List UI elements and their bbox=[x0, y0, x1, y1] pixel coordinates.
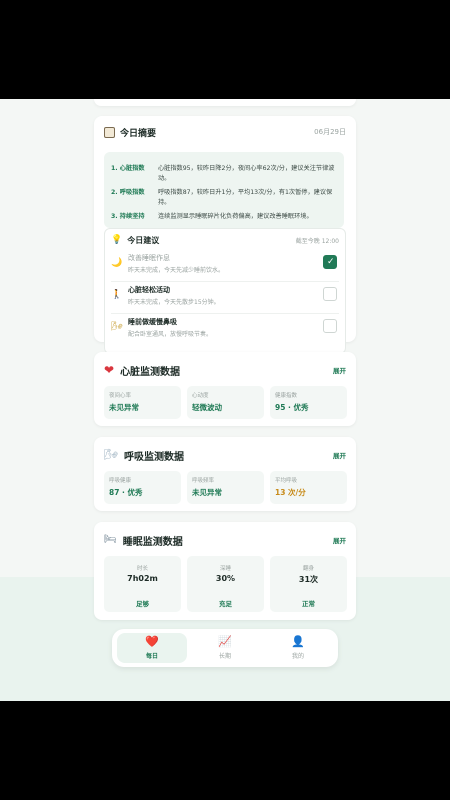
lightbulb-icon: 💡 bbox=[111, 235, 123, 245]
summary-card: 今日摘要 06月29日 1. 心脏指数 心脏指数95，较昨日降2分，夜间心率62… bbox=[94, 116, 356, 354]
bed-icon: 🛏 bbox=[104, 534, 117, 545]
bottom-tab-bar: ❤️ 每日 📈 长期 👤 我的 bbox=[112, 629, 338, 667]
sleep-title: 睡眠监测数据 bbox=[122, 536, 183, 548]
breath-stat: 呼吸健康 87 · 优秀 bbox=[104, 471, 181, 504]
tab-profile[interactable]: 👤 我的 bbox=[263, 633, 333, 663]
advice-deadline: 截至今晚 12:00 bbox=[295, 237, 339, 245]
sleep-stat: 翻身 31次 正常 bbox=[270, 556, 347, 612]
breath-stat: 呼吸频率 未见异常 bbox=[187, 471, 264, 504]
heart-stat: 心动度 轻微波动 bbox=[187, 386, 264, 419]
breath-monitor-card: 🌬 呼吸监测数据 展开 呼吸健康 87 · 优秀 呼吸频率 未见异常 平均呼吸 … bbox=[94, 437, 356, 511]
advice-header: 💡 今日建议 截至今晚 12:00 bbox=[111, 233, 339, 247]
summary-item: 1. 心脏指数 心脏指数95，较昨日降2分，夜间心率62次/分，建议关注节律波动… bbox=[111, 165, 335, 182]
heart-monitor-card: ❤ 心脏监测数据 展开 夜间心率 未见异常 心动度 轻微波动 健康指数 95 ·… bbox=[94, 352, 356, 426]
summary-header: 今日摘要 06月29日 bbox=[104, 124, 346, 140]
summary-item: 3. 持续坚持 连续监测显示睡眠碎片化负荷偏高，建议改善睡眠环境。 bbox=[111, 213, 313, 220]
chart-icon: 📈 bbox=[218, 635, 232, 648]
breath-header: 🌬 呼吸监测数据 展开 bbox=[104, 447, 346, 463]
heart-header: ❤ 心脏监测数据 展开 bbox=[104, 362, 346, 378]
heart-stat: 健康指数 95 · 优秀 bbox=[270, 386, 347, 419]
advice-panel: 💡 今日建议 截至今晚 12:00 🌙 改善睡眠作息 昨天未完成，今天先减少睡前… bbox=[104, 228, 346, 354]
wind-icon: 🌬 bbox=[111, 322, 123, 332]
divider bbox=[111, 313, 339, 314]
walk-icon: 🚶 bbox=[111, 290, 123, 300]
summary-date: 06月29日 bbox=[314, 128, 346, 136]
previous-card bbox=[94, 99, 356, 106]
advice-item-sleep-routine[interactable]: 🌙 改善睡眠作息 昨天未完成，今天先减少睡前饮水。 bbox=[111, 251, 337, 277]
heart-icon: ❤️ bbox=[145, 635, 159, 648]
heart-expand-button[interactable]: 展开 bbox=[333, 365, 346, 375]
heart-stat: 夜间心率 未见异常 bbox=[104, 386, 181, 419]
summary-title: 今日摘要 bbox=[120, 128, 157, 139]
tab-daily[interactable]: ❤️ 每日 bbox=[117, 633, 187, 663]
tab-long-term[interactable]: 📈 长期 bbox=[190, 633, 260, 663]
sleep-stat: 深睡 30% 充足 bbox=[187, 556, 264, 612]
summary-item: 2. 呼吸指数 呼吸指数87，较昨日升1分，平均13次/分，有1次暂停，建议保持… bbox=[111, 189, 333, 206]
divider bbox=[111, 281, 339, 282]
advice-item-nasal-breathing[interactable]: 🌬 睡前做缓慢鼻吸 配合卧室通风，放慢呼吸节奏。 bbox=[111, 315, 337, 341]
advice-checkbox[interactable] bbox=[323, 287, 337, 301]
advice-item-heart-activity[interactable]: 🚶 心脏轻松活动 昨天未完成，今天先散步15分钟。 bbox=[111, 283, 337, 309]
advice-title: 今日建议 bbox=[127, 235, 160, 245]
sleep-stat: 时长 7h02m 足够 bbox=[104, 556, 181, 612]
breath-title: 呼吸监测数据 bbox=[123, 451, 184, 463]
app-screen: 今日摘要 06月29日 1. 心脏指数 心脏指数95，较昨日降2分，夜间心率62… bbox=[0, 99, 450, 701]
advice-checkbox[interactable] bbox=[323, 319, 337, 333]
heart-icon: ❤ bbox=[104, 363, 115, 377]
summary-list: 1. 心脏指数 心脏指数95，较昨日降2分，夜间心率62次/分，建议关注节律波动… bbox=[104, 152, 344, 228]
user-icon: 👤 bbox=[291, 635, 305, 648]
breath-stat: 平均呼吸 13 次/分 bbox=[270, 471, 347, 504]
sleep-expand-button[interactable]: 展开 bbox=[333, 535, 346, 545]
wind-icon: 🌬 bbox=[104, 448, 118, 461]
breath-expand-button[interactable]: 展开 bbox=[333, 450, 346, 460]
moon-icon: 🌙 bbox=[111, 258, 123, 268]
heart-title: 心脏监测数据 bbox=[120, 366, 181, 378]
advice-checkbox[interactable] bbox=[323, 255, 337, 269]
sleep-monitor-card: 🛏 睡眠监测数据 展开 时长 7h02m 足够 深睡 30% 充足 翻身 31次… bbox=[94, 522, 356, 620]
sleep-header: 🛏 睡眠监测数据 展开 bbox=[104, 532, 346, 548]
notepad-icon bbox=[104, 126, 115, 138]
